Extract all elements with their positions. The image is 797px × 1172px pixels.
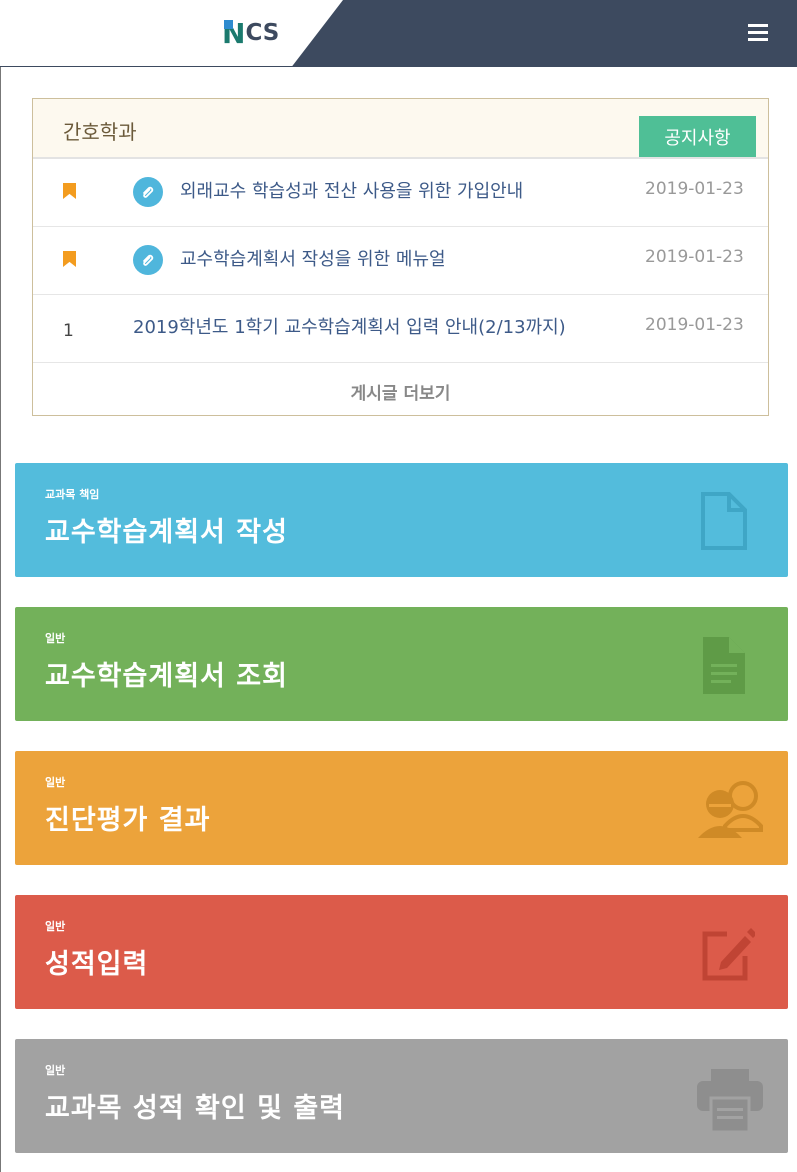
tile-category: 일반: [45, 920, 66, 933]
tile-diagnostic-result[interactable]: 일반 진단평가 결과: [15, 751, 788, 865]
tile-grade-print[interactable]: 일반 교과목 성적 확인 및 출력: [15, 1039, 788, 1153]
edit-icon: [702, 928, 755, 981]
notice-header: 간호학과 공지사항: [33, 99, 768, 159]
more-posts-link[interactable]: 게시글 더보기: [33, 363, 768, 419]
tile-title: 성적입력: [45, 949, 149, 980]
tile-grade-entry[interactable]: 일반 성적입력: [15, 895, 788, 1009]
page-left-border: [0, 0, 1, 1172]
notice-date: 2019-01-23: [645, 315, 744, 335]
notice-row[interactable]: 외래교수 학습성과 전산 사용을 위한 가입안내 2019-01-23: [33, 159, 768, 227]
notice-title-link[interactable]: 2019학년도 1학기 교수학습계획서 입력 안내(2/13까지): [133, 313, 566, 339]
notice-title-link[interactable]: 교수학습계획서 작성을 위한 메뉴얼: [180, 245, 446, 271]
attachment-icon: [133, 245, 163, 275]
tab-notice[interactable]: 공지사항: [639, 116, 756, 157]
department-title: 간호학과: [63, 120, 137, 144]
users-icon: [698, 781, 763, 838]
tile-category: 교과목 책임: [45, 488, 100, 501]
notice-row[interactable]: 1 2019학년도 1학기 교수학습계획서 입력 안내(2/13까지) 2019…: [33, 295, 768, 363]
notice-row[interactable]: 교수학습계획서 작성을 위한 메뉴얼 2019-01-23: [33, 227, 768, 295]
blank-document-icon: [701, 492, 747, 550]
header-divider: [0, 66, 797, 67]
ncs-logo[interactable]: N CS: [222, 16, 280, 50]
tile-category: 일반: [45, 776, 66, 789]
bookmark-icon: [63, 251, 76, 267]
tile-category: 일반: [45, 1064, 66, 1077]
tile-lesson-plan-write[interactable]: 교과목 책임 교수학습계획서 작성: [15, 463, 788, 577]
tile-category: 일반: [45, 632, 66, 645]
tile-title: 교과목 성적 확인 및 출력: [45, 1093, 345, 1124]
text-document-icon: [703, 637, 745, 694]
hamburger-menu-icon[interactable]: [748, 24, 768, 42]
tile-title: 교수학습계획서 작성: [45, 517, 288, 548]
bookmark-icon: [63, 183, 76, 199]
logo-n: N: [222, 16, 245, 50]
notice-board: 간호학과 공지사항 외래교수 학습성과 전산 사용을 위한 가입안내 2019-…: [32, 98, 769, 416]
row-number: 1: [63, 321, 74, 341]
top-header: N CS: [0, 0, 797, 67]
logo-cs: CS: [245, 20, 280, 46]
tile-lesson-plan-view[interactable]: 일반 교수학습계획서 조회: [15, 607, 788, 721]
printer-icon: [697, 1069, 763, 1132]
logo-area: [0, 0, 343, 67]
tile-title: 교수학습계획서 조회: [45, 661, 288, 692]
tile-title: 진단평가 결과: [45, 805, 211, 836]
notice-date: 2019-01-23: [645, 247, 744, 267]
notice-date: 2019-01-23: [645, 179, 744, 199]
notice-title-link[interactable]: 외래교수 학습성과 전산 사용을 위한 가입안내: [180, 177, 523, 203]
attachment-icon: [133, 177, 163, 207]
